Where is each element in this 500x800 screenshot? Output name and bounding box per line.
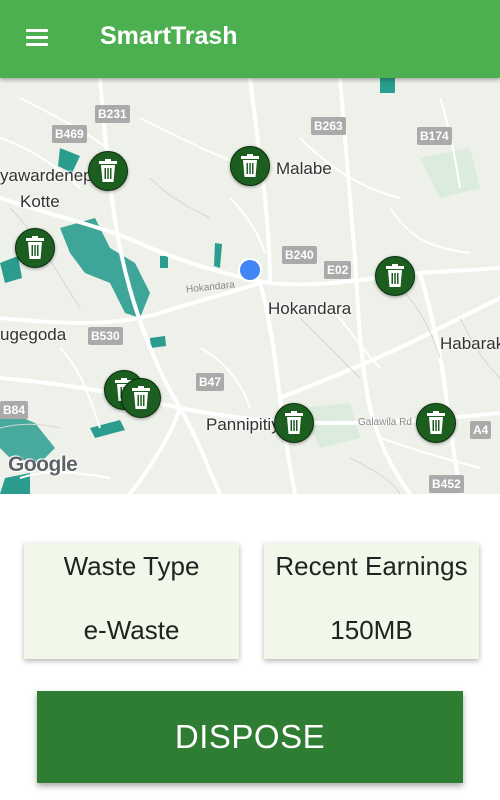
road-label: E02 [324, 261, 352, 279]
waste-type-label: Waste Type [63, 551, 200, 581]
road-label: B530 [88, 327, 123, 345]
google-logo: Google [8, 453, 78, 476]
dispose-button[interactable]: DISPOSE [37, 691, 463, 783]
road-label: B263 [311, 117, 346, 135]
earnings-card[interactable]: Recent Earnings 150MB [264, 543, 479, 659]
trash-bin-icon[interactable] [15, 228, 55, 268]
trash-bin-icon[interactable] [375, 256, 415, 296]
trash-bin-icon[interactable] [88, 151, 128, 191]
road-label: B240 [282, 246, 317, 264]
waste-type-value: e-Waste [83, 615, 180, 645]
place-label: Malabe [276, 159, 332, 178]
road-label: A4 [470, 421, 492, 439]
road-label: B452 [429, 475, 464, 493]
earnings-value: 150MB [330, 615, 413, 645]
earnings-label: Recent Earnings [275, 551, 468, 581]
app-bar: SmartTrash [0, 0, 500, 78]
waste-type-card[interactable]: Waste Type e-Waste [24, 543, 239, 659]
trash-bin-icon[interactable] [416, 403, 456, 443]
map-view[interactable]: B231 B469 B263 B174 B240 E02 B530 B47 B8… [0, 78, 500, 494]
menu-icon[interactable] [22, 26, 52, 50]
place-label: ugegoda [0, 325, 67, 344]
road-label: B84 [0, 401, 29, 419]
place-label: Kotte [20, 192, 60, 211]
road-label: B231 [95, 105, 130, 123]
road-label: B469 [52, 125, 87, 143]
current-location-dot[interactable] [238, 258, 262, 282]
street-label: Galawila Rd [358, 417, 412, 428]
trash-bin-icon[interactable] [230, 146, 270, 186]
trash-bin-icon[interactable] [274, 403, 314, 443]
trash-bin-icon[interactable] [121, 378, 161, 418]
place-label: Habarak [440, 334, 500, 353]
app-title: SmartTrash [100, 22, 238, 50]
road-label: B47 [196, 373, 225, 391]
place-label: Hokandara [268, 299, 352, 318]
road-label: B174 [417, 127, 452, 145]
